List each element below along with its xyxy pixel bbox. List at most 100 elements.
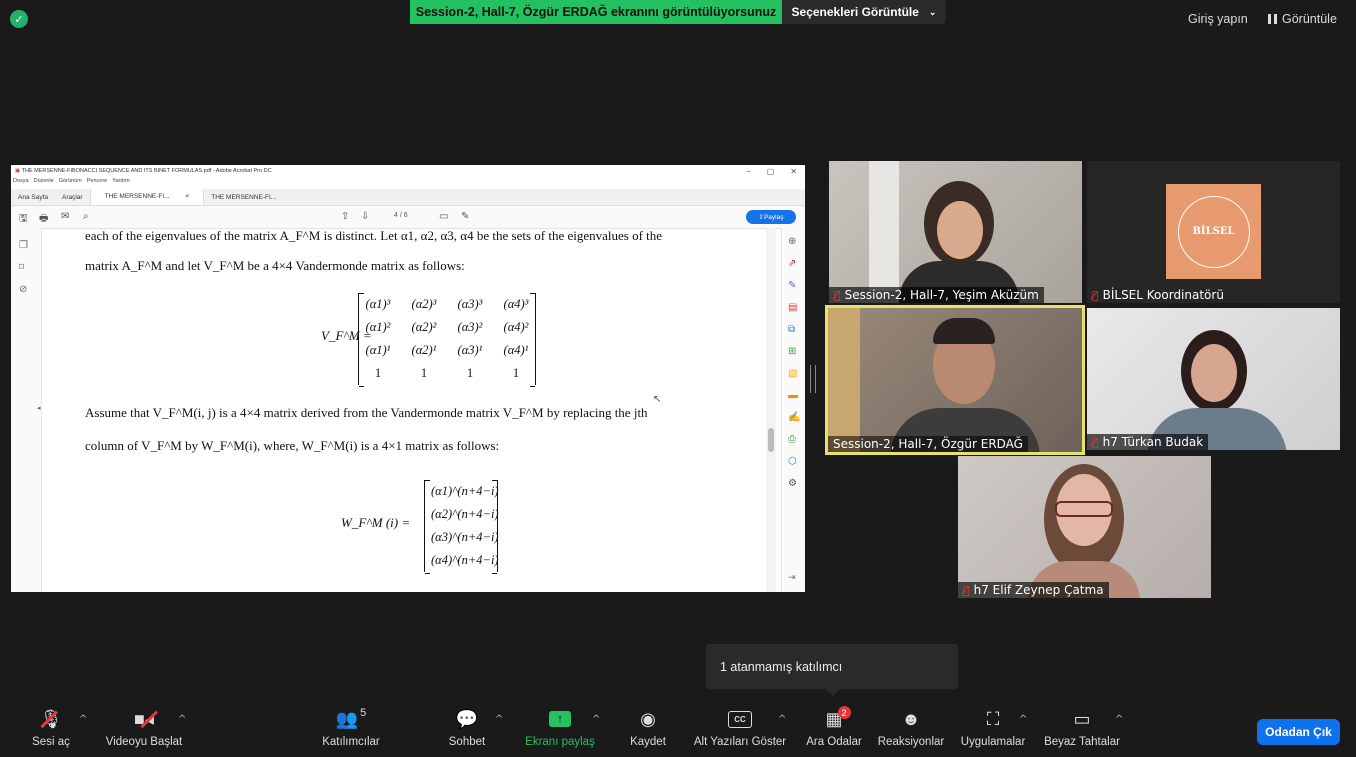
leave-room-button[interactable]: Odadan Çık [1257, 719, 1340, 745]
fill-sign-icon[interactable]: ✍ [788, 412, 800, 423]
minimize-icon[interactable]: − [746, 167, 751, 176]
pdf-page-content: each of the eigenvalues of the matrix A_… [51, 228, 763, 592]
matrix-cell: (α3)³ [457, 297, 483, 311]
record-label: Kaydet [630, 736, 666, 748]
view-button[interactable]: Görüntüle [1268, 12, 1337, 26]
shared-screen-acrobat-window[interactable]: ▣ THE MERSENNE-FIBONACCI SEQUENCE AND IT… [11, 165, 805, 592]
bilsel-logo-text: BİLSEL [1177, 195, 1250, 268]
send-for-review-icon[interactable]: ▧ [788, 368, 797, 379]
menu-window[interactable]: Pencere [87, 178, 108, 184]
muted-mic-icon: 🎙̸ [834, 288, 841, 302]
page-indicator[interactable]: 4 / 6 [394, 212, 408, 219]
tab-tools[interactable]: Araçlar [55, 194, 90, 201]
edit-pdf-icon[interactable]: ✎ [788, 280, 796, 291]
reactions-smiley-icon: ☻ [901, 708, 921, 729]
unassigned-participants-tooltip: 1 atanmamış katılımcı [706, 644, 958, 689]
chat-options-caret-icon[interactable]: ^ [495, 714, 503, 725]
more-tools-icon[interactable]: ⚙ [788, 478, 797, 489]
search-icon[interactable]: ⌕ [83, 211, 89, 222]
maximize-icon[interactable]: ▢ [767, 167, 775, 176]
tab-close-icon[interactable]: × [178, 193, 196, 200]
menu-file[interactable]: Dosya [13, 178, 29, 184]
organize-pages-icon[interactable]: ▤ [788, 302, 797, 313]
pen-icon[interactable]: ✎ [461, 211, 469, 222]
share-options-caret-icon[interactable]: ^ [592, 714, 600, 725]
tab-document-2[interactable]: THE MERSENNE-FI... [204, 194, 283, 201]
acrobat-share-button[interactable]: ⇪ Paylaş [746, 210, 796, 224]
chat-bubble-icon: 💬 [455, 708, 479, 729]
save-icon[interactable]: 🖫 [19, 211, 28, 228]
pages-icon[interactable]: ❐ [19, 240, 28, 251]
pdf-icon: ▣ [15, 168, 22, 174]
matrix-cell: 1 [512, 366, 520, 380]
whiteboards-button[interactable]: ▭ Beyaz Tahtalar [1041, 706, 1123, 756]
security-shield-icon[interactable]: ✓ [10, 10, 28, 28]
comment-icon[interactable]: ▭ [439, 211, 448, 222]
tab-home[interactable]: Ana Sayfa [11, 194, 55, 201]
video-tile-yesim[interactable]: 🎙̸ Session-2, Hall-7, Yeşim Aküzüm [829, 161, 1082, 303]
breakout-rooms-button[interactable]: ▦ 2 Ara Odalar [802, 706, 866, 756]
video-tile-elif[interactable]: 🎙̸ h7 Elif Zeynep Çatma [958, 456, 1211, 598]
menu-help[interactable]: Yardım [112, 178, 129, 184]
page-up-icon[interactable]: ⇧ [341, 211, 349, 222]
bookmark-icon[interactable]: ⌑ [19, 262, 24, 273]
participants-icon: 👥 5 [335, 707, 367, 729]
captions-options-caret-icon[interactable]: ^ [778, 714, 786, 725]
unmute-button[interactable]: 🎙 Sesi aç [28, 706, 74, 756]
muted-mic-icon: 🎙̸ [963, 583, 970, 597]
video-tile-turkan[interactable]: 🎙̸ h7 Türkan Budak [1087, 308, 1340, 450]
view-options-button[interactable]: Seçenekleri Görüntüle ⌄ [782, 0, 946, 24]
protect-icon[interactable]: ⬡ [788, 456, 797, 467]
record-button[interactable]: ◉ Kaydet [626, 706, 670, 756]
v-matrix-row: (α1)³ (α2)³ (α3)³ (α4)³ [359, 293, 535, 316]
acrobat-left-rail: ❐ ⌑ ⊘ ◂ [11, 228, 42, 592]
apps-options-caret-icon[interactable]: ^ [1019, 714, 1027, 725]
menu-view[interactable]: Görünüm [59, 178, 82, 184]
audio-options-caret-icon[interactable]: ^ [79, 714, 87, 725]
chat-button[interactable]: 💬 Sohbet [445, 706, 489, 756]
v-matrix: (α1)³ (α2)³ (α3)³ (α4)³ (α1)² (α2)² (α3)² (α4)… [358, 293, 536, 387]
scrollbar-thumb[interactable] [768, 428, 774, 452]
participant-name-tag: 🎙̸ BİLSEL Koordinatörü [1087, 287, 1229, 303]
mail-icon[interactable]: ✉ [61, 211, 69, 222]
close-icon[interactable]: ✕ [790, 167, 797, 176]
pdf-scrollbar[interactable] [766, 228, 776, 592]
zoom-icon[interactable]: ⊕ [788, 236, 796, 247]
whiteboards-options-caret-icon[interactable]: ^ [1115, 714, 1123, 725]
captions-label: Alt Yazıları Göster [693, 736, 787, 748]
v-matrix-row: (α1)² (α2)² (α3)² (α4)² [359, 316, 535, 339]
page-down-icon[interactable]: ⇩ [361, 211, 369, 222]
sign-in-link[interactable]: Giriş yapın [1188, 12, 1248, 26]
combine-files-icon[interactable]: ⧉ [788, 324, 795, 335]
participant-name-tag: 🎙̸ h7 Elif Zeynep Çatma [958, 582, 1109, 598]
panel-resize-handle[interactable] [810, 365, 816, 393]
chevron-down-icon: ⌄ [928, 6, 937, 17]
video-camera-off-icon: ■◂ [134, 706, 158, 732]
video-tile-bilsel[interactable]: BİLSEL 🎙̸ BİLSEL Koordinatörü [1087, 161, 1340, 303]
acrobat-tabs: Ana Sayfa Araçlar THE MERSENNE-FI... × T… [11, 189, 805, 206]
share-screen-button[interactable]: ↑ Ekranı paylaş [523, 706, 597, 756]
attachment-icon[interactable]: ⊘ [19, 284, 27, 295]
acrobat-menu-bar: Dosya Düzenle Görünüm Pencere Yardım [13, 178, 130, 184]
matrix-cell: 1 [466, 366, 474, 380]
create-pdf-icon[interactable]: ⊞ [788, 346, 796, 357]
matrix-cell: (α4)³ [503, 297, 529, 311]
muted-mic-icon: 🎙̸ [1092, 435, 1099, 449]
show-captions-button[interactable]: CC Alt Yazıları Göster [692, 706, 788, 756]
reactions-label: Reaksiyonlar [877, 736, 945, 748]
apps-icon: ⛶ [986, 708, 1000, 729]
print-production-icon[interactable]: ⎙ [788, 434, 796, 445]
collapse-left-icon[interactable]: ◂ [37, 404, 41, 412]
breakout-rooms-badge: 2 [837, 706, 851, 719]
participants-button[interactable]: 👥 5 Katılımcılar [313, 706, 389, 756]
tab-document-1[interactable]: THE MERSENNE-FI... × [89, 189, 205, 205]
reactions-button[interactable]: ☻ Reaksiyonlar [876, 706, 946, 756]
collapse-right-icon[interactable]: ⇥ [788, 572, 796, 583]
video-tile-ozgur-active-speaker[interactable]: Session-2, Hall-7, Özgür ERDAĞ [825, 305, 1085, 455]
print-icon[interactable]: 🖶 [39, 211, 48, 228]
export-pdf-icon[interactable]: ⇗ [788, 258, 796, 269]
comment-tool-icon[interactable]: ▬ [788, 390, 798, 401]
menu-edit[interactable]: Düzenle [34, 178, 54, 184]
start-video-button[interactable]: ■◂ Videoyu Başlat [104, 706, 184, 756]
video-options-caret-icon[interactable]: ^ [178, 714, 186, 725]
